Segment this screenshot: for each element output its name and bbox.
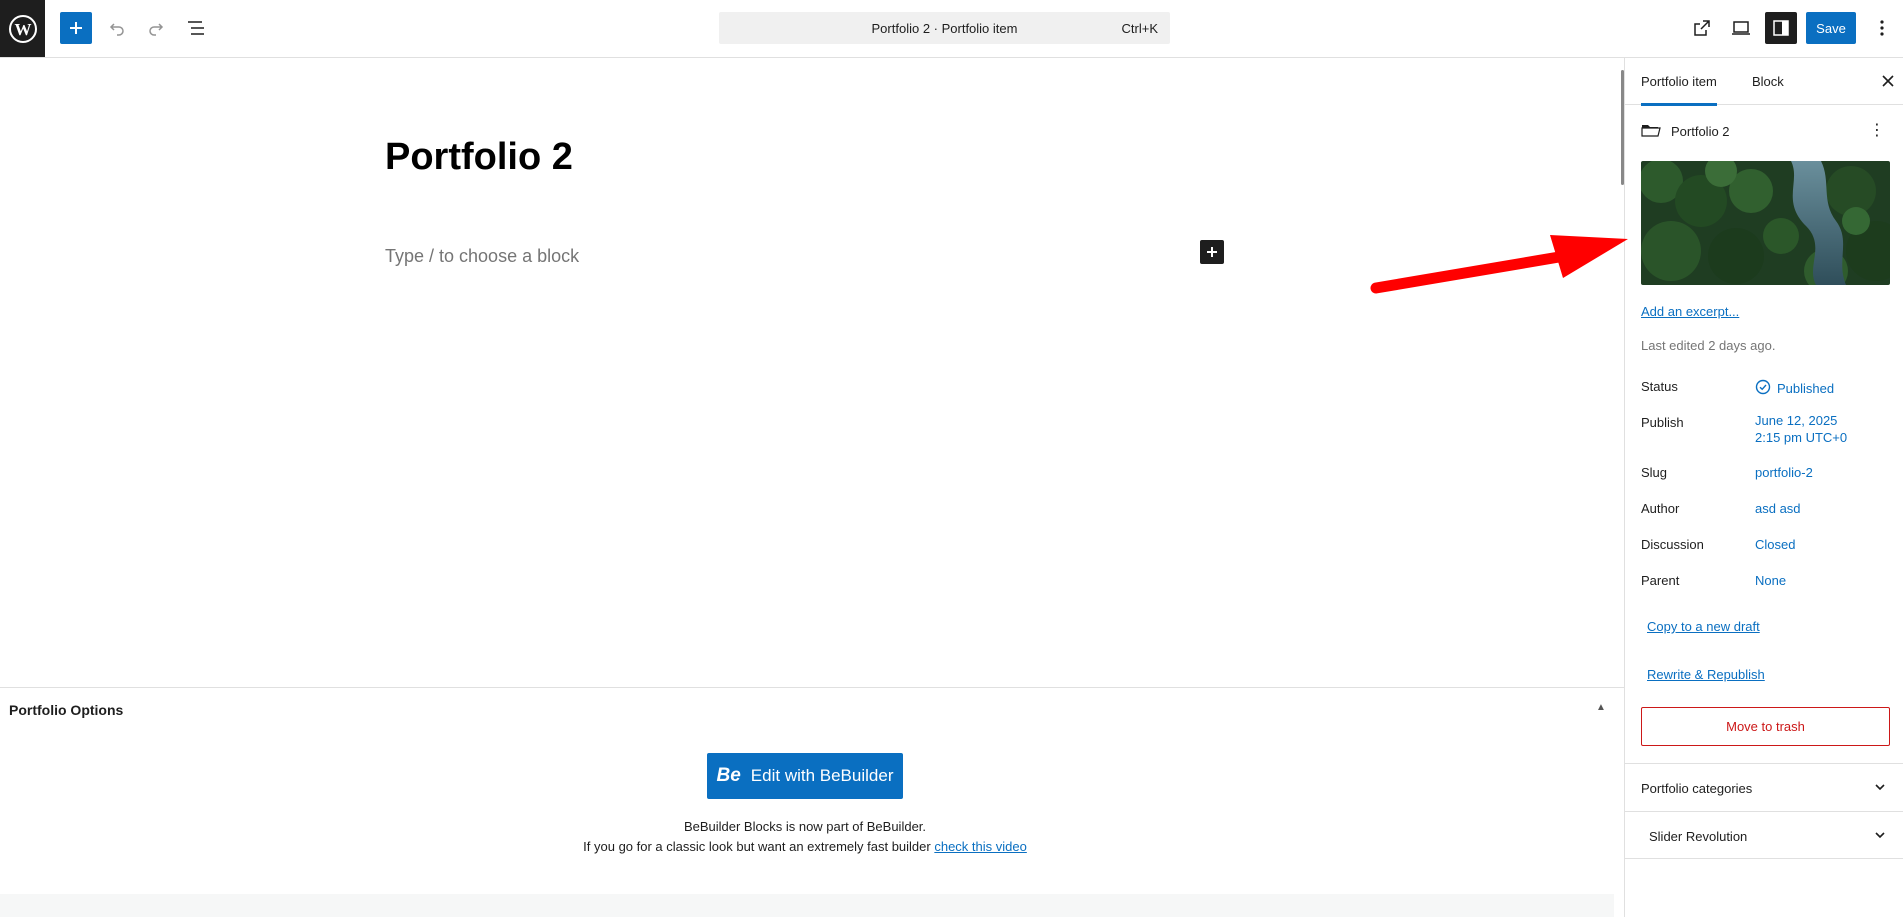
- document-title: Portfolio 2 · Portfolio item: [871, 20, 1018, 36]
- author-value[interactable]: asd asd: [1755, 501, 1801, 516]
- document-overview-icon[interactable]: [180, 12, 212, 44]
- collapse-caret-icon[interactable]: ▲: [1596, 702, 1606, 713]
- add-block-button[interactable]: [60, 12, 92, 44]
- parent-label: Parent: [1641, 573, 1680, 588]
- panel-portfolio-categories[interactable]: Portfolio categories: [1625, 763, 1903, 811]
- post-title[interactable]: Portfolio 2: [385, 136, 573, 179]
- tab-portfolio-item[interactable]: Portfolio item: [1641, 58, 1717, 106]
- move-to-trash-button[interactable]: Move to trash: [1641, 707, 1890, 746]
- discussion-value[interactable]: Closed: [1755, 537, 1795, 552]
- editor-toolbar: W Portfolio 2 · Portfolio item Ctrl+K Sa…: [0, 0, 1903, 58]
- slug-value[interactable]: portfolio-2: [1755, 465, 1813, 480]
- rewrite-republish-link[interactable]: Rewrite & Republish: [1647, 667, 1765, 682]
- bebuilder-note-line1: BeBuilder Blocks is now part of BeBuilde…: [683, 819, 927, 834]
- status-value[interactable]: Published: [1755, 379, 1834, 398]
- discussion-label: Discussion: [1641, 537, 1704, 552]
- settings-sidebar-toggle-icon[interactable]: [1765, 12, 1797, 44]
- settings-sidebar: Portfolio item Block Portfolio 2 ⋮ Add a…: [1624, 58, 1903, 917]
- redo-button[interactable]: [140, 12, 172, 44]
- annotation-arrow-icon: [1370, 235, 1628, 294]
- metabox-footer-area: [0, 894, 1614, 917]
- edit-with-bebuilder-button[interactable]: Be Edit with BeBuilder: [707, 753, 903, 799]
- save-button[interactable]: Save: [1806, 12, 1856, 44]
- add-excerpt-link[interactable]: Add an excerpt...: [1641, 304, 1739, 319]
- close-icon[interactable]: [1877, 70, 1899, 92]
- view-post-icon[interactable]: [1686, 12, 1718, 44]
- bebuilder-logo: Be: [716, 765, 741, 786]
- author-label: Author: [1641, 501, 1680, 516]
- bebuilder-button-label: Edit with BeBuilder: [750, 766, 894, 785]
- chevron-down-icon: [1873, 780, 1887, 797]
- undo-button[interactable]: [101, 12, 133, 44]
- tab-block[interactable]: Block: [1752, 58, 1784, 105]
- folder-icon: [1641, 122, 1661, 141]
- block-placeholder[interactable]: Type / to choose a block: [385, 246, 579, 267]
- last-edited-text: Last edited 2 days ago.: [1641, 338, 1776, 353]
- post-actions-menu-icon[interactable]: ⋮: [1869, 120, 1885, 140]
- post-summary-header: Portfolio 2 ⋮: [1641, 122, 1891, 142]
- bebuilder-note-line2: If you go for a classic look but want an…: [0, 839, 1610, 854]
- keyboard-shortcut: Ctrl+K: [1121, 20, 1158, 36]
- published-check-icon: [1755, 379, 1771, 398]
- parent-value[interactable]: None: [1755, 573, 1786, 588]
- panel-label: Portfolio categories: [1641, 781, 1753, 796]
- panel-label: Slider Revolution: [1649, 829, 1748, 844]
- metabox-title: Portfolio Options: [9, 702, 124, 718]
- wordpress-logo-icon[interactable]: W: [0, 0, 45, 57]
- slug-label: Slug: [1641, 465, 1668, 480]
- editor-canvas: Portfolio 2 Type / to choose a block: [0, 58, 1624, 687]
- check-video-link[interactable]: check this video: [934, 839, 1027, 854]
- featured-image[interactable]: [1641, 161, 1890, 285]
- sidebar-tabs: Portfolio item Block: [1625, 58, 1903, 106]
- copy-to-draft-link[interactable]: Copy to a new draft: [1647, 619, 1760, 634]
- command-palette-bar[interactable]: Portfolio 2 · Portfolio item Ctrl+K: [719, 12, 1170, 44]
- options-menu-icon[interactable]: [1866, 12, 1898, 44]
- device-preview-icon[interactable]: [1725, 12, 1757, 44]
- portfolio-options-metabox: Portfolio Options ▲ Be Edit with BeBuild…: [0, 687, 1624, 917]
- post-name: Portfolio 2: [1671, 124, 1730, 139]
- status-text: Published: [1777, 381, 1835, 396]
- publish-date[interactable]: June 12, 2025: [1755, 413, 1837, 428]
- status-label: Status: [1641, 379, 1678, 394]
- publish-time[interactable]: 2:15 pm UTC+0: [1755, 430, 1847, 445]
- publish-label: Publish: [1641, 415, 1684, 430]
- bebuilder-note-text: If you go for a classic look but want an…: [583, 839, 931, 854]
- inline-add-block-button[interactable]: [1200, 240, 1224, 264]
- chevron-down-icon: [1873, 828, 1887, 845]
- svg-text:W: W: [14, 20, 31, 39]
- panel-slider-revolution[interactable]: Slider Revolution: [1625, 811, 1903, 859]
